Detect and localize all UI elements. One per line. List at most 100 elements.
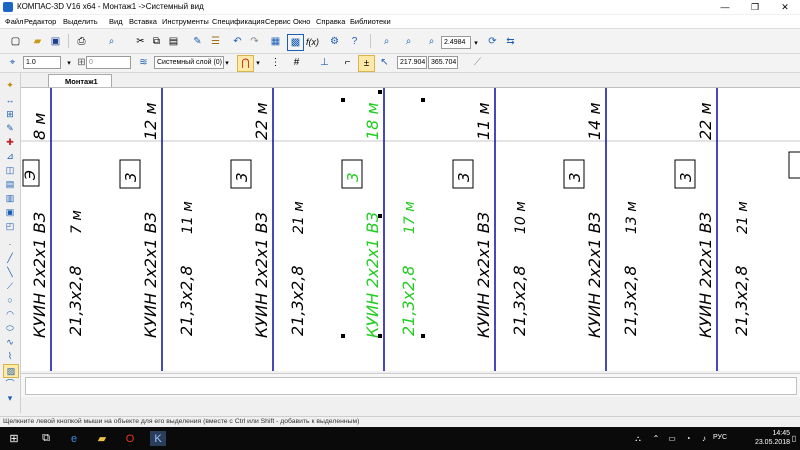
cable-section-label[interactable]: 21,3х2,8 xyxy=(288,265,307,336)
zoom-in-icon[interactable]: ⌕ xyxy=(424,34,439,49)
cable-type-label[interactable]: КУИН 2х2х1 ВЗ xyxy=(141,212,160,338)
grid-icon[interactable]: # xyxy=(289,55,304,70)
dimensions-icon[interactable]: ↔ xyxy=(3,94,17,106)
opera-icon[interactable]: O xyxy=(122,431,138,446)
tree-icon[interactable]: ▩ xyxy=(287,34,304,51)
edge-browser-icon[interactable]: e xyxy=(66,431,82,446)
cable-type-label[interactable]: КУИН 2х2х1 ВЗ xyxy=(252,212,271,338)
selection-handle[interactable] xyxy=(378,214,382,218)
new-document-icon[interactable]: ▢ xyxy=(8,34,23,49)
cursor-icon[interactable]: ↖ xyxy=(377,55,392,70)
paste-icon[interactable]: ▤ xyxy=(166,34,181,49)
refresh-icon[interactable]: ⟳ xyxy=(485,34,500,49)
tray-network-icon[interactable]: ▭ xyxy=(664,431,680,446)
top-length-label[interactable]: 11 м xyxy=(474,102,493,140)
drawing-canvas[interactable]: 8 м КУИН 2х2х1 ВЗ 7 м 21,3х2,8 12 м 3 КУИН 2х2… xyxy=(21,88,800,371)
magnet-snap-icon[interactable]: ⋂ xyxy=(237,55,254,72)
cable-length-label[interactable]: 21 м xyxy=(291,201,307,234)
libraries-icon[interactable]: ⚙ xyxy=(327,34,342,49)
selection-handle[interactable] xyxy=(378,90,382,94)
top-length-label[interactable]: 14 м xyxy=(585,102,604,140)
menu-service[interactable]: Сервис xyxy=(265,17,291,26)
tray-language[interactable]: РУС xyxy=(713,434,727,441)
cable-section-label[interactable]: 21,3х2,8 xyxy=(510,265,529,336)
contour-icon[interactable]: ⌒ xyxy=(3,378,17,390)
cable-length-label[interactable]: 7 м xyxy=(69,210,85,234)
zoom-window-icon[interactable]: ⌕ xyxy=(379,34,394,49)
menu-tools[interactable]: Инструменты xyxy=(162,17,209,26)
manager-icon[interactable]: ▦ xyxy=(268,34,283,49)
menu-edit[interactable]: Редактор xyxy=(24,17,56,26)
tray-volume-icon[interactable]: ♪ xyxy=(696,431,712,446)
redo-icon[interactable]: ↷ xyxy=(247,34,262,49)
reports-icon[interactable]: ▥ xyxy=(3,192,17,204)
number-box-label[interactable]: 3 xyxy=(233,172,251,182)
top-length-label[interactable]: 22 м xyxy=(696,102,715,140)
selection-handle[interactable] xyxy=(421,98,425,102)
top-length-label[interactable]: 22 м xyxy=(252,102,271,140)
cable-length-label[interactable]: 13 м xyxy=(624,201,640,234)
zoom-value-field[interactable]: 2.4984 xyxy=(441,36,471,49)
local-cs-icon[interactable]: ⊥ xyxy=(317,55,332,70)
tab-montazh1[interactable]: Монтаж1 xyxy=(48,74,112,87)
print-icon[interactable]: ⎙ xyxy=(74,34,89,49)
cable-section-label[interactable]: 21,3х2,8 xyxy=(732,265,751,336)
layer-field[interactable]: Системный слой (0) xyxy=(154,56,224,69)
tray-clock[interactable]: 14:45 23.05.2018 xyxy=(755,429,790,447)
menu-libraries[interactable]: Библиотеки xyxy=(350,17,391,26)
selection-handle[interactable] xyxy=(421,334,425,338)
tray-chevron-icon[interactable]: ⌃ xyxy=(648,431,664,446)
cursor-x-field[interactable]: 217.904 xyxy=(397,56,427,69)
arc-icon[interactable]: ◠ xyxy=(3,308,17,320)
number-box-label[interactable]: 3 xyxy=(677,172,695,182)
snap-options-icon[interactable]: ⋮ xyxy=(268,55,283,70)
selection-handle[interactable] xyxy=(341,98,345,102)
command-input-area[interactable] xyxy=(25,377,797,395)
cable-section-label[interactable]: 21,3х2,8 xyxy=(177,265,196,336)
scroll-down-icon[interactable]: ▾ xyxy=(3,392,17,404)
menu-window[interactable]: Окно xyxy=(293,17,310,26)
menu-file[interactable]: Файл xyxy=(5,17,23,26)
format-brush-icon[interactable]: ✎ xyxy=(190,34,205,49)
circle-icon[interactable]: ○ xyxy=(3,294,17,306)
cable-section-label[interactable]: 21,3х2,8 xyxy=(399,265,418,336)
chevron-down-icon[interactable]: ▾ xyxy=(471,35,481,50)
cable-type-label[interactable]: КУИН 2х2х1 ВЗ xyxy=(474,212,493,338)
maximize-button[interactable]: ❐ xyxy=(740,0,770,14)
file-explorer-icon[interactable]: ▰ xyxy=(94,431,110,446)
ortho-icon[interactable]: ⌐ xyxy=(340,55,355,70)
number-box-label[interactable]: 3 xyxy=(122,172,140,182)
undo-icon[interactable]: ↶ xyxy=(230,34,245,49)
open-folder-icon[interactable]: ▰ xyxy=(30,34,45,49)
number-box-label[interactable]: Э xyxy=(23,170,39,181)
layers-icon[interactable]: ≋ xyxy=(136,55,151,70)
cut-icon[interactable]: ✂ xyxy=(133,34,148,49)
edit-icon[interactable]: ✎ xyxy=(3,122,17,134)
minimize-button[interactable]: — xyxy=(710,0,740,14)
geometry-icon[interactable]: ✦ xyxy=(3,79,17,91)
selection-handle[interactable] xyxy=(341,334,345,338)
help-pointer-icon[interactable]: ? xyxy=(347,34,362,49)
copy-icon[interactable]: ⧉ xyxy=(149,34,164,49)
style-field[interactable]: 0 xyxy=(86,56,131,69)
scale-field[interactable]: 1.0 xyxy=(23,56,61,69)
cursor-snap-icon[interactable]: ⌖ xyxy=(5,55,20,70)
task-view-icon[interactable]: ⧉ xyxy=(38,431,54,446)
rebuild-icon[interactable]: ⇆ xyxy=(503,34,518,49)
number-box-label[interactable]: 3 xyxy=(455,172,473,182)
windows-start-icon[interactable]: ⊞ xyxy=(6,431,22,446)
tray-people-icon[interactable]: ⛬ xyxy=(630,431,646,446)
chevron-down-icon[interactable]: ▾ xyxy=(64,55,74,70)
menu-select[interactable]: Выделить xyxy=(63,17,98,26)
params-icon[interactable]: ✚ xyxy=(3,136,17,148)
cable-type-label[interactable]: КУИН 2х2х1 ВЗ xyxy=(30,212,49,338)
cable-length-label[interactable]: 10 м xyxy=(513,201,529,234)
close-button[interactable]: ✕ xyxy=(770,0,800,14)
cable-type-label[interactable]: КУИН 2х2х1 ВЗ xyxy=(363,212,382,338)
chevron-down-icon[interactable]: ▾ xyxy=(222,55,232,70)
drawing-svg[interactable]: 8 м КУИН 2х2х1 ВЗ 7 м 21,3х2,8 12 м 3 КУИН 2х2… xyxy=(21,88,800,371)
save-icon[interactable]: ▣ xyxy=(48,34,63,49)
insert-icon[interactable]: ▣ xyxy=(3,206,17,218)
fragment-icon[interactable]: ◰ xyxy=(3,220,17,232)
polyline-icon[interactable]: ⌇ xyxy=(3,350,17,362)
